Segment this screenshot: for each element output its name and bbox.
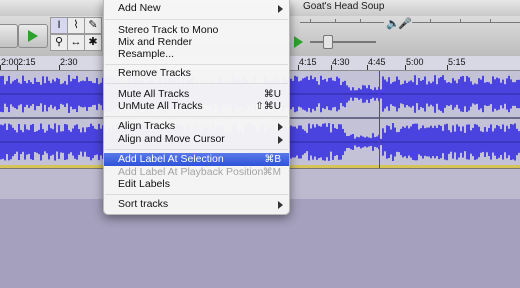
draw-tool-icon[interactable]: ✎ <box>84 17 102 34</box>
menu-item-resample[interactable]: Resample... <box>104 48 289 61</box>
menu-separator <box>105 64 288 65</box>
speed-slider-thumb[interactable] <box>323 35 333 49</box>
submenu-arrow-icon <box>278 123 283 131</box>
timeline-label: 4:30 <box>332 57 350 67</box>
pause-button[interactable] <box>0 24 18 48</box>
play-at-speed-icon[interactable] <box>294 36 303 48</box>
menu-separator <box>105 116 288 117</box>
play-icon <box>28 30 38 42</box>
timeline-label: 4:15 <box>299 57 317 67</box>
timeline-label: 4:45 <box>368 57 386 67</box>
zoom-tool-icon[interactable]: ⚲ <box>50 34 68 51</box>
edit-cursor <box>379 71 380 168</box>
envelope-tool-icon[interactable]: ⌇ <box>67 17 85 34</box>
menu-separator <box>105 19 288 20</box>
microphone-icon[interactable]: 🎤 <box>398 17 412 30</box>
playback-meter <box>300 22 384 23</box>
time-shift-tool-icon[interactable]: ↔ <box>67 34 85 51</box>
play-button[interactable] <box>18 24 48 48</box>
timeline-label: 5:15 <box>448 57 466 67</box>
selection-tool-icon[interactable]: I <box>50 17 68 34</box>
shortcut-label: ⇧⌘U <box>255 101 281 112</box>
menu-item-add-new[interactable]: Add New <box>104 2 289 15</box>
menu-item-edit-labels[interactable]: Edit Labels <box>104 178 289 191</box>
menu-item-align-tracks[interactable]: Align Tracks <box>104 120 289 133</box>
menu-item-add-label-at-selection[interactable]: Add Label At Selection ⌘B <box>104 153 289 166</box>
submenu-arrow-icon <box>278 136 283 144</box>
submenu-arrow-icon <box>278 5 283 13</box>
timeline-label: 5:00 <box>406 57 424 67</box>
menu-item-unmute-all[interactable]: UnMute All Tracks ⇧⌘U <box>104 100 289 113</box>
submenu-arrow-icon <box>278 201 283 209</box>
recording-meter <box>412 22 520 23</box>
shortcut-label: ⌘B <box>264 154 281 165</box>
menu-separator <box>105 194 288 195</box>
menu-item-remove-tracks[interactable]: Remove Tracks <box>104 67 289 80</box>
tracks-menu: Add New Stereo Track to Mono Mix and Ren… <box>103 0 290 215</box>
menu-separator <box>105 83 288 84</box>
timeline-label: 2:15 <box>18 57 36 67</box>
menu-separator <box>105 149 288 150</box>
timeline-label: 2:30 <box>60 57 78 67</box>
menu-item-sort-tracks[interactable]: Sort tracks <box>104 198 289 211</box>
window-title: Goat's Head Soup <box>303 1 385 12</box>
speed-slider[interactable] <box>310 41 376 43</box>
multi-tool-icon[interactable]: ✱ <box>84 34 102 51</box>
menu-item-align-and-move-cursor[interactable]: Align and Move Cursor <box>104 133 289 146</box>
timeline-label: 2:00 <box>1 57 19 67</box>
